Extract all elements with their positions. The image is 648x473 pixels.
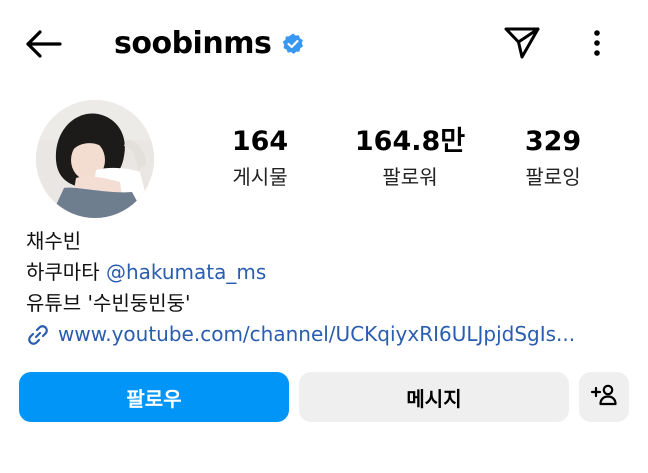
follow-button[interactable]: 팔로우 bbox=[19, 372, 289, 422]
posts-count: 164 bbox=[231, 126, 289, 157]
bio: 채수빈 하쿠마타 @hakumata_ms 유튜브 '수빈둥빈둥' www.yo… bbox=[26, 226, 636, 350]
profile-photo bbox=[36, 100, 154, 218]
arrow-left-icon bbox=[24, 29, 62, 63]
link-icon bbox=[26, 323, 50, 347]
top-bar: soobinms bbox=[0, 0, 648, 90]
following-label: 팔로잉 bbox=[525, 165, 581, 189]
bio-mention-link[interactable]: @hakumata_ms bbox=[106, 260, 266, 284]
profile-username: soobinms bbox=[114, 26, 272, 61]
stat-followers[interactable]: 164.8만 팔로워 bbox=[340, 124, 480, 192]
bio-line-mention: 하쿠마타 @hakumata_ms bbox=[26, 257, 636, 288]
stat-posts[interactable]: 164 게시물 bbox=[205, 124, 315, 192]
verified-badge-icon bbox=[281, 32, 305, 56]
avatar[interactable] bbox=[36, 100, 154, 218]
followers-count: 164.8만 bbox=[354, 126, 466, 157]
message-button[interactable]: 메시지 bbox=[299, 372, 569, 422]
back-button[interactable] bbox=[22, 26, 64, 66]
profile-screen: soobinms 164 게시물 164.8만 팔로워 329 팔로잉 채수빈 … bbox=[0, 0, 648, 473]
bio-external-link[interactable]: www.youtube.com/channel/UCKqiyxRI6ULJpjd… bbox=[58, 319, 575, 350]
followers-label: 팔로워 bbox=[382, 165, 438, 189]
vertical-dots-icon bbox=[593, 28, 601, 62]
stat-following[interactable]: 329 팔로잉 bbox=[505, 124, 601, 192]
bio-line2-text: 하쿠마타 bbox=[26, 260, 106, 284]
paper-plane-icon bbox=[503, 25, 541, 65]
bio-name: 채수빈 bbox=[26, 229, 82, 253]
send-message-button[interactable] bbox=[500, 24, 544, 66]
following-count: 329 bbox=[524, 126, 582, 157]
bio-youtube-line: 유튜브 '수빈둥빈둥' bbox=[26, 291, 191, 315]
more-options-button[interactable] bbox=[580, 24, 614, 66]
suggested-accounts-button[interactable] bbox=[579, 372, 629, 422]
posts-label: 게시물 bbox=[232, 165, 288, 189]
header-username-group: soobinms bbox=[114, 24, 305, 64]
add-person-icon bbox=[590, 383, 618, 411]
bio-link-row[interactable]: www.youtube.com/channel/UCKqiyxRI6ULJpjd… bbox=[26, 319, 636, 350]
